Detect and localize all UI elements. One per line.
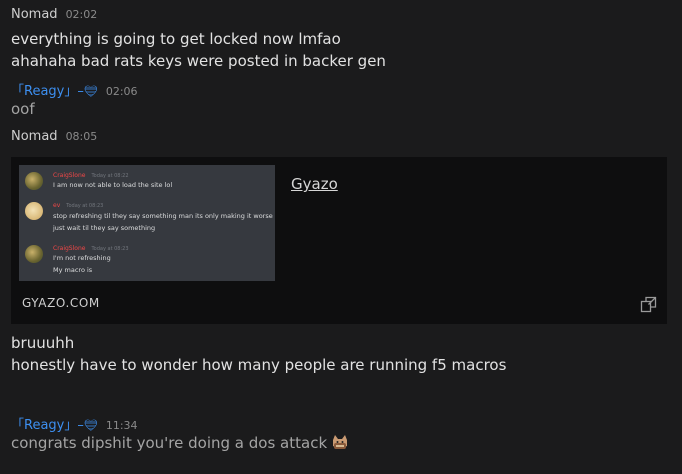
- author-name[interactable]: Nomad: [11, 129, 58, 144]
- embed-title-link[interactable]: Gyazo: [291, 175, 338, 193]
- open-external-icon[interactable]: [640, 295, 658, 313]
- message-line: congrats dipshit you're doing a dos atta…: [11, 434, 349, 452]
- thumbnail-text: just wait til they say something: [53, 224, 156, 232]
- message-header-2: 「Reagy」–💙︎ 02:06: [11, 80, 138, 99]
- timestamp: 08:05: [65, 130, 98, 143]
- author-group[interactable]: 「Reagy」–💙︎: [11, 414, 98, 433]
- message-text: congrats dipshit you're doing a dos atta…: [11, 434, 328, 452]
- avatar: [25, 172, 43, 190]
- message-text: ahahaha bad rats keys were posted in bac…: [11, 52, 386, 70]
- thumbnail-text: I am now not able to load the site lol: [53, 181, 173, 189]
- embed-thumbnail-image[interactable]: CraigSlone Today at 08:22 I am now not ab…: [19, 165, 275, 281]
- thumbnail-timestamp: Today at 08:23: [66, 203, 104, 209]
- thumbnail-text: My macro is: [53, 266, 93, 274]
- link-embed: CraigSlone Today at 08:22 I am now not ab…: [11, 157, 667, 324]
- timestamp: 11:34: [105, 419, 138, 432]
- thumbnail-timestamp: Today at 08:23: [91, 246, 129, 252]
- thumbnail-text: stop refreshing til they say something m…: [53, 212, 273, 220]
- message-header-3: Nomad 08:05: [11, 129, 97, 144]
- message-header-4: 「Reagy」–💙︎ 11:34: [11, 414, 138, 433]
- thumbnail-author: CraigSlone: [53, 245, 86, 252]
- message-text: everything is going to get locked now lm…: [11, 30, 341, 48]
- timestamp: 02:02: [65, 8, 98, 21]
- thumbnail-timestamp: Today at 08:22: [91, 173, 129, 179]
- message-text: oof: [11, 100, 35, 118]
- author-name[interactable]: 「Reagy」–: [11, 418, 84, 433]
- embed-domain: GYAZO.COM: [22, 296, 100, 310]
- message-header-1: Nomad 02:02: [11, 7, 97, 22]
- avatar: [25, 245, 43, 263]
- message-text: bruuuhh: [11, 334, 75, 352]
- heart-icon: 💙︎: [83, 419, 98, 432]
- timestamp: 02:06: [105, 85, 138, 98]
- author-name[interactable]: Nomad: [11, 7, 58, 22]
- thumbnail-text: I'm not refreshing: [53, 254, 111, 262]
- avatar: [25, 202, 43, 220]
- thumbnail-author: CraigSlone: [53, 172, 86, 179]
- author-name[interactable]: 「Reagy」–: [11, 84, 84, 99]
- message-text: honestly have to wonder how many people …: [11, 356, 507, 374]
- cat-emoji[interactable]: [331, 434, 349, 450]
- heart-icon: 💙︎: [83, 85, 98, 98]
- author-group[interactable]: 「Reagy」–💙︎: [11, 80, 98, 99]
- thumbnail-author: ev: [53, 202, 61, 209]
